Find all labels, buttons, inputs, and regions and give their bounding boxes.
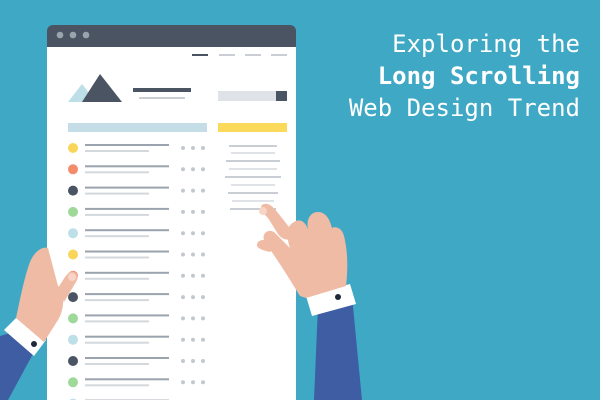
list-item-menu-dot bbox=[201, 337, 205, 342]
list-item-menu-dot bbox=[191, 167, 195, 172]
list-item-menu-dot bbox=[201, 146, 205, 150]
window-dots-icon bbox=[56, 31, 90, 39]
list-item-dot bbox=[68, 164, 78, 175]
list-item-menu-dot bbox=[201, 252, 205, 257]
list-item-subtitle-line bbox=[85, 171, 149, 174]
right-cufflink bbox=[335, 294, 341, 300]
list-item-dot bbox=[68, 377, 78, 388]
content-header-bar bbox=[68, 123, 207, 132]
list-item-menu-dot bbox=[181, 316, 185, 321]
list-item-dot bbox=[68, 249, 78, 260]
search-box bbox=[218, 91, 287, 101]
list-item-dot bbox=[68, 356, 78, 366]
list-item-menu-dot bbox=[191, 380, 195, 385]
list-item-subtitle-line bbox=[85, 150, 149, 152]
list-item-subtitle-line bbox=[85, 341, 149, 344]
list-item-menu-dot bbox=[191, 273, 195, 278]
headline-line-1: Exploring the bbox=[392, 30, 580, 58]
list-item-menu-dot bbox=[201, 231, 205, 236]
list-item-subtitle-line bbox=[85, 192, 149, 195]
left-cufflink bbox=[31, 341, 37, 347]
right-fingernail bbox=[259, 207, 267, 215]
list-item-menu-dot bbox=[181, 273, 185, 278]
list-item-menu-dot bbox=[201, 167, 205, 172]
list-item-menu-dot bbox=[181, 209, 185, 214]
list-item-menu-dot bbox=[201, 380, 205, 385]
list-item-dot bbox=[68, 313, 78, 324]
list-item-menu-dot bbox=[191, 231, 195, 236]
list-item-title-line bbox=[85, 186, 169, 189]
list-item-title-line bbox=[85, 271, 169, 274]
sidebar-header-bar bbox=[218, 123, 287, 132]
list-item-menu-dot bbox=[191, 188, 195, 193]
list-item-subtitle-line bbox=[85, 299, 149, 302]
list-item-menu-dot bbox=[191, 252, 195, 257]
logo-title-line bbox=[133, 88, 191, 92]
list-item-dot bbox=[68, 185, 78, 196]
list-item-title-line bbox=[85, 207, 169, 210]
list-item-menu-dot bbox=[181, 359, 185, 363]
list-item-subtitle-line bbox=[85, 363, 149, 365]
list-item-subtitle-line bbox=[85, 320, 149, 323]
list-item-menu-dot bbox=[191, 146, 195, 150]
list-item-menu-dot bbox=[201, 359, 205, 363]
list-item-subtitle-line bbox=[85, 235, 149, 238]
list-item-title-line bbox=[85, 229, 169, 232]
window-chrome-bottom bbox=[47, 38, 296, 48]
list-item-title-line bbox=[85, 378, 169, 381]
list-item-menu-dot bbox=[201, 295, 205, 300]
list-item-menu-dot bbox=[201, 209, 205, 214]
list-item-menu-dot bbox=[181, 295, 185, 300]
list-item-title-line bbox=[85, 144, 169, 146]
list-item-title-line bbox=[85, 250, 169, 253]
browser-window bbox=[47, 25, 296, 400]
list-item-menu-dot bbox=[201, 188, 205, 193]
search-icon bbox=[276, 91, 287, 101]
list-item-subtitle-line bbox=[85, 384, 149, 387]
list-item-menu-dot bbox=[191, 209, 195, 214]
list-item-title-line bbox=[85, 293, 169, 296]
list-item-menu-dot bbox=[181, 231, 185, 236]
headline: Exploring the Long Scrolling Web Design … bbox=[349, 28, 580, 124]
list-item-menu-dot bbox=[201, 316, 205, 321]
list-item-menu-dot bbox=[191, 316, 195, 321]
list-item-dot bbox=[68, 143, 78, 153]
list-item-subtitle-line bbox=[85, 277, 149, 280]
list-item-menu-dot bbox=[201, 273, 205, 278]
list-item-title-line bbox=[85, 165, 169, 168]
list-item-menu-dot bbox=[181, 146, 185, 150]
list-item-dot bbox=[68, 228, 78, 239]
list-item-title-line bbox=[85, 314, 169, 317]
list-item-title-line bbox=[85, 357, 169, 359]
list-item-dot bbox=[68, 206, 78, 217]
logo-subtitle-line bbox=[139, 97, 185, 99]
list-item-dot bbox=[68, 334, 78, 345]
left-thumbnail bbox=[68, 273, 76, 281]
list-item-menu-dot bbox=[181, 337, 185, 342]
list-item-menu-dot bbox=[181, 188, 185, 193]
list-item-menu-dot bbox=[181, 380, 185, 385]
list-item-subtitle-line bbox=[85, 256, 149, 259]
list-item-menu-dot bbox=[191, 295, 195, 300]
list-item-menu-dot bbox=[181, 252, 185, 257]
list-item-title-line bbox=[85, 335, 169, 338]
list-item-menu-dot bbox=[191, 359, 195, 363]
list-item-menu-dot bbox=[181, 167, 185, 172]
list-item-subtitle-line bbox=[85, 213, 149, 216]
list-item-dot bbox=[68, 292, 78, 303]
headline-line-3: Web Design Trend bbox=[348, 94, 580, 122]
headline-line-2: Long Scrolling bbox=[377, 62, 580, 90]
list-item-menu-dot bbox=[191, 337, 195, 342]
